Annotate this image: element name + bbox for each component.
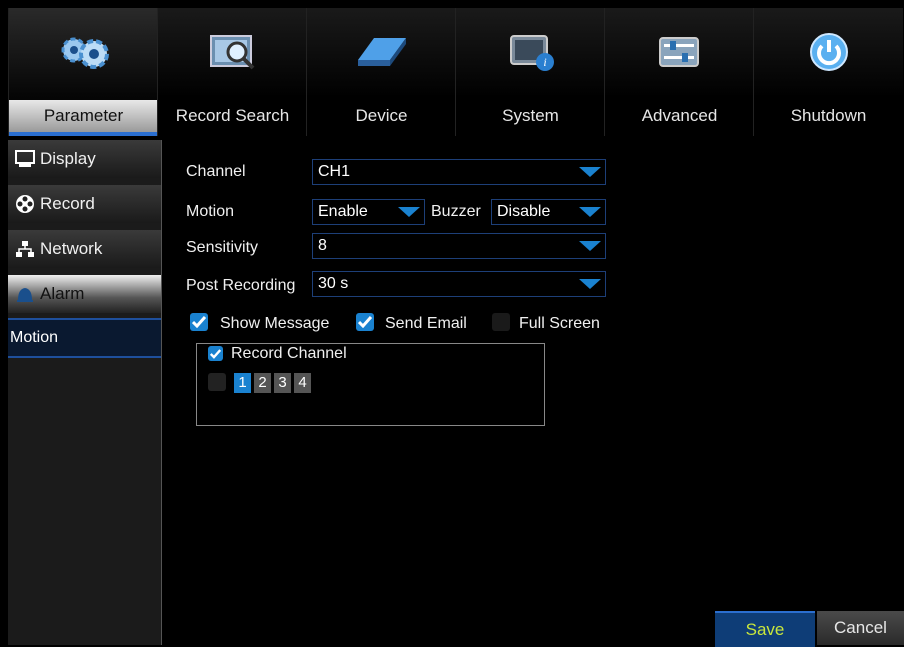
sidebar-subitem-label: Motion xyxy=(10,329,59,346)
sensitivity-label: Sensitivity xyxy=(186,239,259,256)
gears-icon xyxy=(54,30,114,74)
save-button[interactable]: Save xyxy=(715,611,815,647)
tab-shutdown[interactable]: Shutdown xyxy=(753,8,903,136)
chevron-down-icon xyxy=(575,200,605,224)
show-message-checkbox[interactable] xyxy=(190,313,208,331)
hard-drive-icon xyxy=(352,30,412,74)
channel-select[interactable]: CH1 xyxy=(312,159,606,185)
post-recording-select-value: 30 s xyxy=(318,275,349,292)
top-nav-bar: Parameter Record Search Device i System … xyxy=(8,8,904,136)
tab-label: Shutdown xyxy=(790,106,867,125)
sensitivity-select[interactable]: 8 xyxy=(312,233,606,259)
sidebar-item-label: Network xyxy=(40,239,103,258)
channel-1-toggle[interactable]: 1 xyxy=(234,373,251,393)
sidebar-subitem-motion[interactable]: Motion xyxy=(8,318,161,358)
sidebar-item-label: Display xyxy=(40,149,96,168)
buzzer-select[interactable]: Disable xyxy=(491,199,606,225)
sidebar: Display Record Network Alarm Motion xyxy=(8,140,162,645)
chevron-down-icon xyxy=(575,234,605,258)
buzzer-label: Buzzer xyxy=(431,203,481,220)
show-message-label: Show Message xyxy=(220,315,330,332)
tab-record-search[interactable]: Record Search xyxy=(157,8,307,136)
tab-label: Advanced xyxy=(641,106,718,125)
record-channel-label: Record Channel xyxy=(231,345,347,362)
sliders-icon xyxy=(650,30,710,74)
channel-4-toggle[interactable]: 4 xyxy=(294,373,311,393)
chevron-down-icon xyxy=(394,200,424,224)
network-icon xyxy=(14,239,36,259)
checkmark-icon xyxy=(210,348,221,359)
all-channels-checkbox[interactable] xyxy=(208,373,226,391)
post-recording-select[interactable]: 30 s xyxy=(312,271,606,297)
tab-label: Record Search xyxy=(175,106,290,125)
channel-2-toggle[interactable]: 2 xyxy=(254,373,271,393)
checkmark-icon xyxy=(192,316,206,328)
tab-active-underline xyxy=(9,132,158,136)
sidebar-item-alarm[interactable]: Alarm xyxy=(8,275,161,313)
film-reel-icon xyxy=(14,194,36,214)
tab-label: Parameter xyxy=(43,106,124,125)
record-channel-checkbox[interactable] xyxy=(208,346,223,361)
system-info-icon: i xyxy=(501,30,561,74)
monitor-icon xyxy=(14,149,36,169)
sidebar-item-record[interactable]: Record xyxy=(8,185,161,223)
tab-advanced[interactable]: Advanced xyxy=(604,8,754,136)
cancel-button[interactable]: Cancel xyxy=(817,611,904,645)
chevron-down-icon xyxy=(575,272,605,296)
tab-parameter[interactable]: Parameter xyxy=(8,8,158,136)
full-screen-label: Full Screen xyxy=(519,315,600,332)
tab-device[interactable]: Device xyxy=(306,8,456,136)
sidebar-item-label: Record xyxy=(40,194,95,213)
channel-3-toggle[interactable]: 3 xyxy=(274,373,291,393)
motion-select-value: Enable xyxy=(318,203,368,220)
sidebar-item-network[interactable]: Network xyxy=(8,230,161,268)
tab-system[interactable]: i System xyxy=(455,8,605,136)
alarm-bell-icon xyxy=(14,284,36,304)
checkmark-icon xyxy=(358,316,372,328)
send-email-checkbox[interactable] xyxy=(356,313,374,331)
buzzer-select-value: Disable xyxy=(497,203,551,220)
full-screen-checkbox[interactable] xyxy=(492,313,510,331)
svg-text:i: i xyxy=(543,55,546,69)
sensitivity-select-value: 8 xyxy=(318,237,327,254)
motion-select[interactable]: Enable xyxy=(312,199,425,225)
tab-label: System xyxy=(502,106,559,125)
sidebar-item-label: Alarm xyxy=(40,284,85,303)
motion-label: Motion xyxy=(186,203,235,220)
power-icon xyxy=(799,30,859,74)
sidebar-item-display[interactable]: Display xyxy=(8,140,161,178)
channel-label: Channel xyxy=(186,163,246,180)
film-search-icon xyxy=(203,30,263,74)
tab-label: Device xyxy=(355,106,408,125)
send-email-label: Send Email xyxy=(385,315,467,332)
channel-select-value: CH1 xyxy=(318,163,351,180)
post-recording-label: Post Recording xyxy=(186,277,296,294)
chevron-down-icon xyxy=(575,160,605,184)
